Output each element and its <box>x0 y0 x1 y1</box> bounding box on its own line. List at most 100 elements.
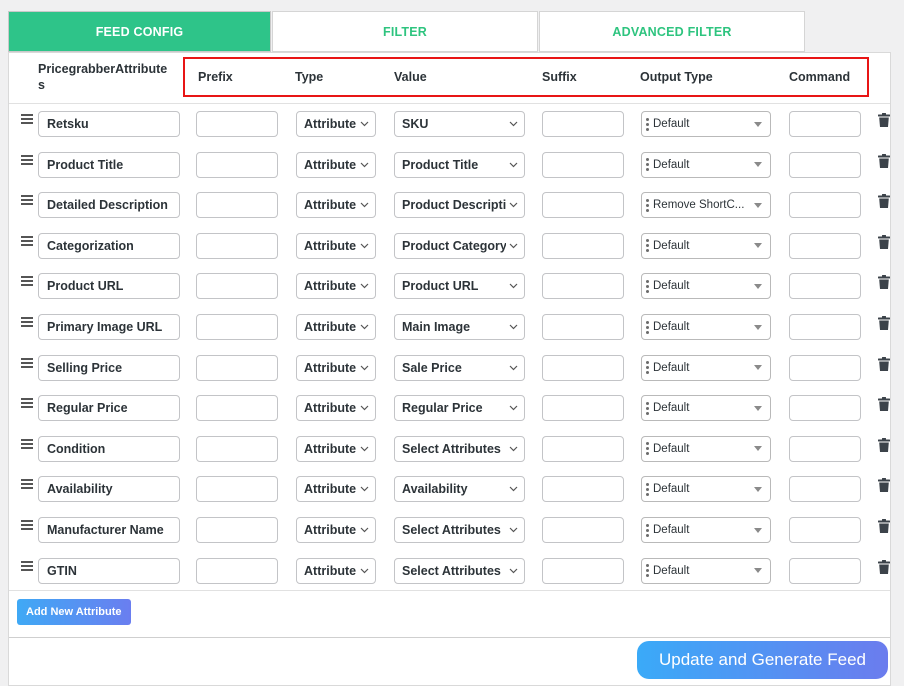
tab-filter[interactable]: FILTER <box>272 11 538 52</box>
prefix-input[interactable] <box>196 395 278 422</box>
output-type-select[interactable]: Default <box>641 151 771 178</box>
suffix-input[interactable] <box>542 192 624 219</box>
trash-icon[interactable] <box>878 519 890 533</box>
update-and-generate-feed-button[interactable]: Update and Generate Feed <box>637 641 888 679</box>
prefix-input[interactable] <box>196 273 278 300</box>
type-select[interactable]: Attribute <box>296 557 376 584</box>
drag-handle-icon[interactable] <box>21 276 33 288</box>
prefix-input[interactable] <box>196 232 278 259</box>
output-type-select[interactable]: Remove ShortC... <box>641 192 771 219</box>
output-type-select[interactable]: Default <box>641 354 771 381</box>
drag-handle-icon[interactable] <box>21 398 33 410</box>
attribute-name-input[interactable]: Product Title <box>38 151 180 178</box>
attribute-name-input[interactable]: Manufacturer Name <box>38 517 180 543</box>
prefix-input[interactable] <box>196 314 278 340</box>
drag-handle-icon[interactable] <box>21 154 33 167</box>
suffix-input[interactable] <box>542 314 624 340</box>
drag-handle-icon[interactable] <box>21 560 33 573</box>
value-select[interactable]: Select Attributes <box>394 517 525 543</box>
prefix-input[interactable] <box>196 557 278 584</box>
trash-icon[interactable] <box>878 234 890 249</box>
output-type-select[interactable]: Default <box>641 232 771 259</box>
drag-handle-icon[interactable] <box>21 195 33 207</box>
output-type-select[interactable]: Default <box>641 435 771 462</box>
value-select[interactable]: Select Attributes <box>394 557 525 584</box>
value-select[interactable]: Regular Price <box>394 395 525 422</box>
trash-icon[interactable] <box>878 113 890 127</box>
type-select[interactable]: Attribute <box>296 111 376 137</box>
command-input[interactable] <box>789 111 861 137</box>
value-select[interactable]: Product Title <box>394 151 525 178</box>
drag-handle-icon[interactable] <box>21 235 33 248</box>
type-select[interactable]: Attribute <box>296 151 376 178</box>
attribute-name-input[interactable]: Primary Image URL <box>38 314 180 340</box>
output-type-select[interactable]: Default <box>641 517 771 543</box>
trash-icon[interactable] <box>878 478 890 493</box>
value-select[interactable]: Sale Price <box>394 354 525 381</box>
trash-icon[interactable] <box>878 356 890 371</box>
command-input[interactable] <box>789 354 861 381</box>
value-select[interactable]: Product URL <box>394 273 525 300</box>
attribute-name-input[interactable]: GTIN <box>38 557 180 584</box>
command-input[interactable] <box>789 476 861 503</box>
type-select[interactable]: Attribute <box>296 273 376 300</box>
prefix-input[interactable] <box>196 192 278 219</box>
type-select[interactable]: Attribute <box>296 435 376 462</box>
prefix-input[interactable] <box>196 111 278 137</box>
command-input[interactable] <box>789 192 861 219</box>
drag-handle-icon[interactable] <box>21 438 33 451</box>
trash-icon[interactable] <box>878 275 890 290</box>
suffix-input[interactable] <box>542 354 624 381</box>
type-select[interactable]: Attribute <box>296 314 376 340</box>
output-type-select[interactable]: Default <box>641 557 771 584</box>
type-select[interactable]: Attribute <box>296 354 376 381</box>
type-select[interactable]: Attribute <box>296 395 376 422</box>
prefix-input[interactable] <box>196 354 278 381</box>
tab-feed-config[interactable]: FEED CONFIG <box>8 11 271 52</box>
command-input[interactable] <box>789 151 861 178</box>
suffix-input[interactable] <box>542 557 624 584</box>
suffix-input[interactable] <box>542 435 624 462</box>
value-select[interactable]: Product Description <box>394 192 525 219</box>
drag-handle-icon[interactable] <box>21 114 33 126</box>
type-select[interactable]: Attribute <box>296 517 376 543</box>
trash-icon[interactable] <box>878 437 890 452</box>
command-input[interactable] <box>789 557 861 584</box>
attribute-name-input[interactable]: Condition <box>38 435 180 462</box>
trash-icon[interactable] <box>878 194 890 209</box>
value-select[interactable]: Product Category <box>394 232 525 259</box>
add-new-attribute-button[interactable]: Add New Attribute <box>17 599 131 625</box>
drag-handle-icon[interactable] <box>21 520 33 532</box>
output-type-select[interactable]: Default <box>641 395 771 422</box>
attribute-name-input[interactable]: Categorization <box>38 232 180 259</box>
type-select[interactable]: Attribute <box>296 476 376 503</box>
prefix-input[interactable] <box>196 151 278 178</box>
attribute-name-input[interactable]: Product URL <box>38 273 180 300</box>
output-type-select[interactable]: Default <box>641 273 771 300</box>
prefix-input[interactable] <box>196 435 278 462</box>
command-input[interactable] <box>789 395 861 422</box>
attribute-name-input[interactable]: Selling Price <box>38 354 180 381</box>
value-select[interactable]: Availability <box>394 476 525 503</box>
type-select[interactable]: Attribute <box>296 192 376 219</box>
suffix-input[interactable] <box>542 395 624 422</box>
prefix-input[interactable] <box>196 517 278 543</box>
drag-handle-icon[interactable] <box>21 317 33 329</box>
suffix-input[interactable] <box>542 151 624 178</box>
suffix-input[interactable] <box>542 517 624 543</box>
value-select[interactable]: Select Attributes <box>394 435 525 462</box>
command-input[interactable] <box>789 435 861 462</box>
suffix-input[interactable] <box>542 273 624 300</box>
attribute-name-input[interactable]: Regular Price <box>38 395 180 422</box>
suffix-input[interactable] <box>542 232 624 259</box>
trash-icon[interactable] <box>878 153 890 168</box>
suffix-input[interactable] <box>542 476 624 503</box>
prefix-input[interactable] <box>196 476 278 503</box>
command-input[interactable] <box>789 314 861 340</box>
trash-icon[interactable] <box>878 559 890 574</box>
command-input[interactable] <box>789 517 861 543</box>
command-input[interactable] <box>789 232 861 259</box>
attribute-name-input[interactable]: Detailed Description <box>38 192 180 219</box>
trash-icon[interactable] <box>878 397 890 412</box>
trash-icon[interactable] <box>878 316 890 330</box>
